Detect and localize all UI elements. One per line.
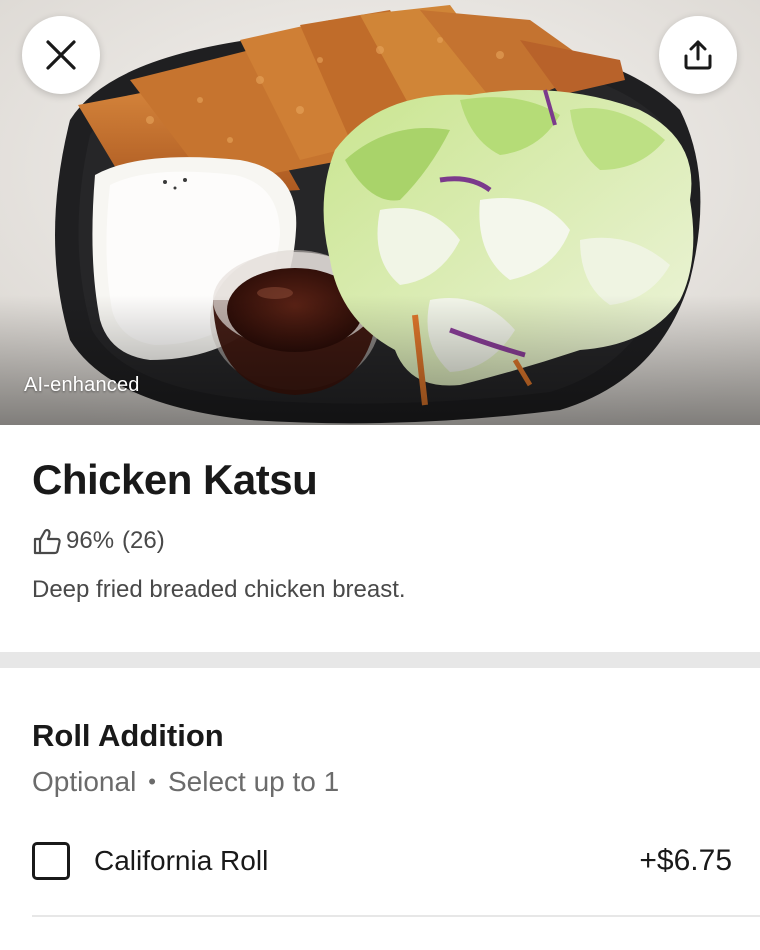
- option-group-title: Roll Addition: [32, 718, 224, 753]
- share-button[interactable]: [659, 16, 737, 94]
- option-checkbox[interactable]: [32, 842, 70, 880]
- row-divider: [32, 915, 760, 917]
- option-california-roll[interactable]: California Roll +$6.75: [32, 835, 732, 887]
- close-button[interactable]: [22, 16, 100, 94]
- selection-limit: Select up to 1: [168, 766, 340, 797]
- rating-percent: 96%: [66, 527, 115, 554]
- close-icon: [46, 40, 76, 70]
- requirement-label: Optional: [32, 766, 137, 797]
- option-price: +$6.75: [639, 844, 732, 877]
- option-label: California Roll: [94, 845, 269, 876]
- section-divider: [0, 652, 760, 668]
- ai-enhanced-label: AI-enhanced: [24, 374, 140, 396]
- option-group-requirements: Optional • Select up to 1: [32, 766, 339, 798]
- rating-count: (26): [122, 527, 165, 554]
- separator-dot: •: [148, 769, 156, 794]
- share-icon: [684, 40, 712, 70]
- item-description: Deep fried breaded chicken breast.: [32, 576, 406, 603]
- item-rating: 96% (26): [32, 527, 165, 555]
- thumbs-up-icon: [33, 528, 61, 555]
- item-photo: AI-enhanced: [0, 0, 760, 425]
- photo-gradient-overlay: [0, 295, 760, 425]
- item-name: Chicken Katsu: [32, 456, 318, 503]
